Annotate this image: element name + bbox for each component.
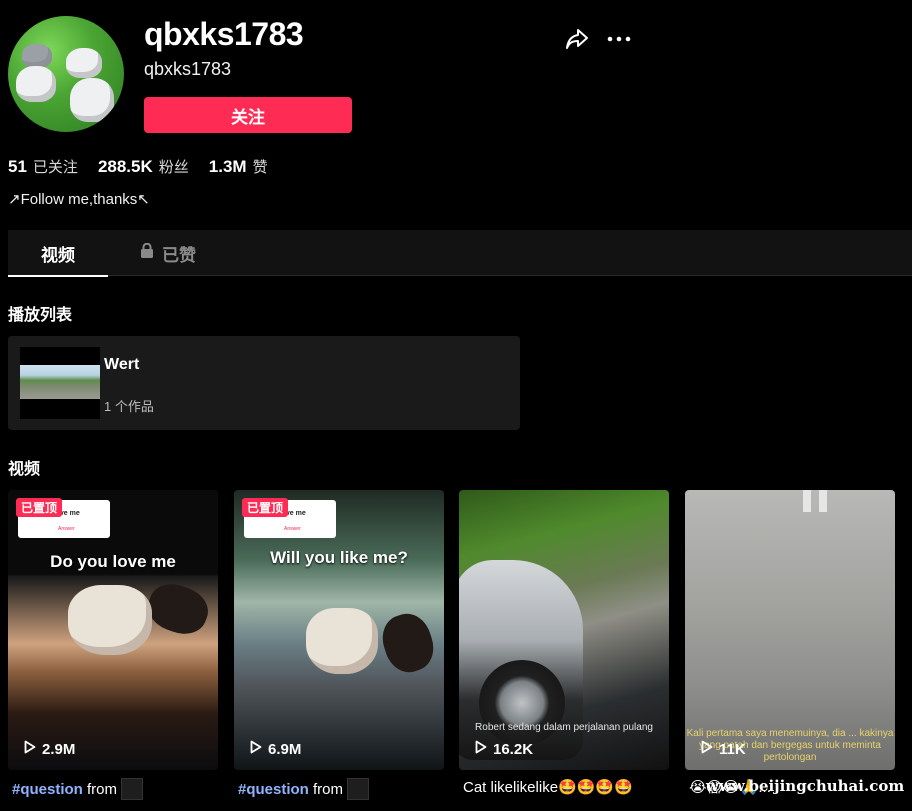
- pinned-badge: 已置顶: [242, 498, 289, 517]
- video-card[interactable]: Do you love me Answer 已置顶 Will you like …: [234, 490, 444, 770]
- view-count-value: 6.9M: [268, 740, 302, 758]
- view-count: 16.2K: [475, 740, 533, 758]
- question-card-answer: Answer: [58, 526, 75, 532]
- playlist-section-title: 播放列表: [8, 307, 73, 324]
- view-count: 11K: [701, 740, 746, 758]
- thumbnail-detail: [68, 585, 152, 655]
- avatar-image-detail: [16, 66, 56, 102]
- caption-text: from: [308, 781, 344, 798]
- video-card[interactable]: Do you love me Answer 已置顶 Do you love me…: [8, 490, 218, 770]
- play-icon: [24, 740, 36, 758]
- profile-nickname: qbxks1783: [144, 59, 232, 79]
- video-overlay-title: Will you like me?: [270, 548, 408, 567]
- video-overlay-title: Do you love me: [50, 552, 176, 571]
- profile-stats: 51 已关注 288.5K 粉丝 1.3M 赞: [8, 156, 268, 177]
- tab-videos[interactable]: 视频: [8, 230, 108, 277]
- profile-tabs: 视频 已赞: [8, 230, 912, 277]
- followers-count: 288.5K: [97, 157, 153, 176]
- question-card-answer: Answer: [284, 526, 301, 532]
- video-card[interactable]: Kali pertama saya menemuinya, dia ... ka…: [685, 490, 895, 770]
- playlist-thumbnail: [20, 347, 100, 419]
- playlist-title: Wert: [104, 356, 140, 373]
- view-count: 2.9M: [24, 740, 75, 758]
- share-icon[interactable]: [564, 26, 590, 52]
- avatar-image-detail: [66, 48, 102, 78]
- thumbnail-detail: [306, 608, 378, 674]
- likes-stat: 1.3M 赞: [209, 156, 268, 177]
- playlist-card[interactable]: Wert 1 个作品: [8, 336, 520, 430]
- more-options-icon[interactable]: [606, 26, 632, 52]
- video-subtitle: Robert sedang dalam perjalanan pulang: [475, 722, 653, 733]
- thumbnail-detail: [803, 490, 811, 512]
- followers-label: 粉丝: [158, 159, 189, 176]
- following-count: 51: [8, 157, 27, 176]
- play-icon: [475, 740, 487, 758]
- avatar-image-detail: [70, 78, 114, 122]
- follow-button[interactable]: 关注: [144, 97, 352, 133]
- hashtag-link[interactable]: #question: [12, 781, 83, 798]
- video-caption[interactable]: Cat likelikelike🤩🤩🤩🤩: [463, 778, 673, 796]
- lock-icon: [140, 242, 154, 263]
- caption-text: from: [82, 781, 118, 798]
- tab-liked-label: 已赞: [162, 245, 196, 265]
- likes-label: 赞: [252, 159, 268, 176]
- view-count: 6.9M: [250, 740, 301, 758]
- videos-section-title: 视频: [8, 461, 41, 478]
- following-label: 已关注: [32, 159, 78, 176]
- thumbnail-detail: [819, 490, 827, 512]
- playlist-count: 1 个作品: [104, 399, 154, 414]
- view-count-value: 11K: [719, 740, 746, 758]
- view-count-value: 16.2K: [493, 740, 534, 758]
- hashtag-link[interactable]: #question: [238, 781, 309, 798]
- following-stat[interactable]: 51 已关注: [8, 156, 78, 177]
- followers-stat[interactable]: 288.5K 粉丝: [98, 156, 189, 177]
- profile-avatar[interactable]: [8, 16, 124, 132]
- thumbnail-detail: [479, 660, 565, 746]
- pinned-badge: 已置顶: [16, 498, 63, 517]
- video-caption[interactable]: #question from: [12, 778, 222, 800]
- watermark: www.beijingchuhai.com: [706, 777, 905, 795]
- caption-thumbnail: [347, 778, 370, 800]
- play-icon: [701, 740, 713, 758]
- profile-username: qbxks1783: [144, 16, 304, 52]
- video-card[interactable]: Robert sedang dalam perjalanan pulang 16…: [459, 490, 669, 770]
- view-count-value: 2.9M: [42, 740, 76, 758]
- avatar-image-detail: [22, 44, 52, 68]
- tab-liked[interactable]: 已赞: [140, 230, 196, 276]
- video-caption[interactable]: #question from: [238, 778, 448, 800]
- profile-bio: ↗Follow me,thanks↖: [8, 191, 150, 208]
- likes-count: 1.3M: [208, 157, 247, 176]
- play-icon: [250, 740, 262, 758]
- caption-thumbnail: [121, 778, 144, 800]
